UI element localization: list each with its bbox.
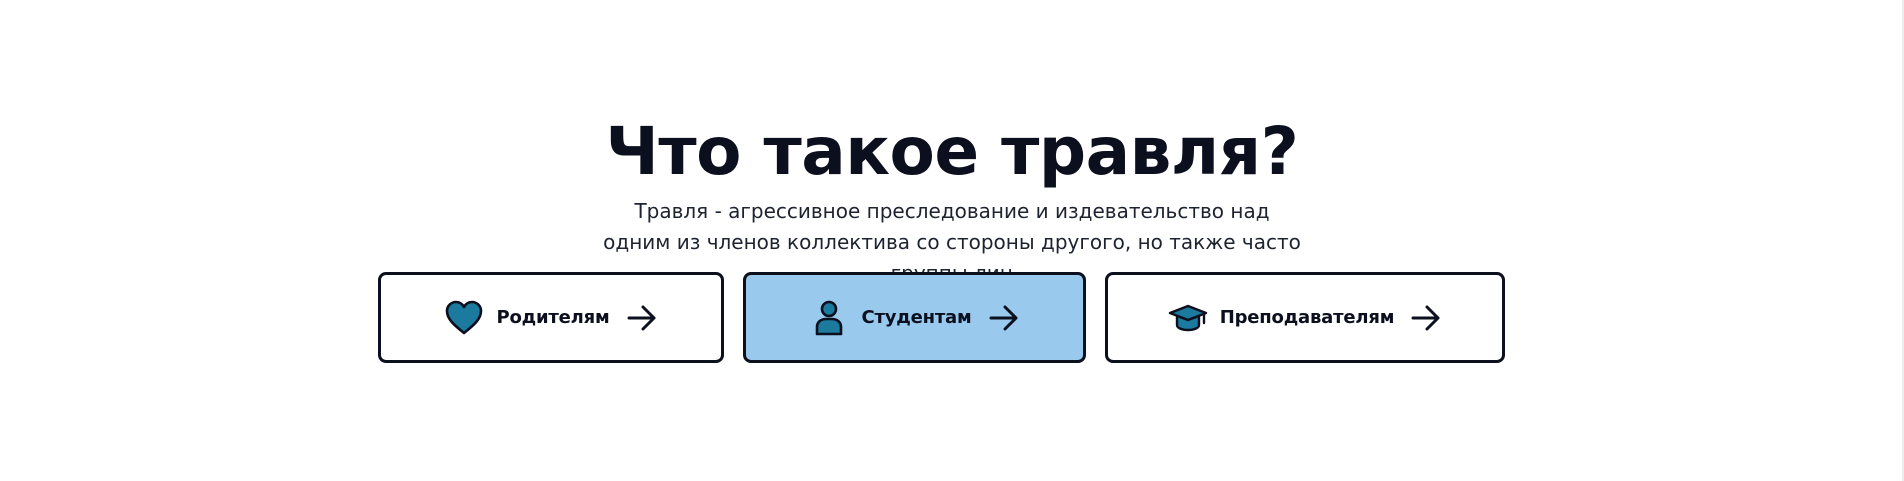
parents-card-button[interactable]: Родителям [378,272,724,363]
graduation-cap-icon [1168,298,1208,338]
students-card-label: Студентам [861,307,972,328]
arrow-right-icon [1410,302,1442,334]
page-title: Что такое травля? [605,113,1299,190]
teachers-card-button[interactable]: Преподавателям [1105,272,1505,363]
students-card-button[interactable]: Студентам [743,272,1086,363]
user-icon [809,298,849,338]
page: Что такое травля? Травля - агрессивное п… [0,0,1904,481]
arrow-right-icon [626,302,658,334]
teachers-card-label: Преподавателям [1219,307,1395,328]
heart-icon [444,298,484,338]
parents-card-label: Родителям [496,307,610,328]
arrow-right-icon [988,302,1020,334]
